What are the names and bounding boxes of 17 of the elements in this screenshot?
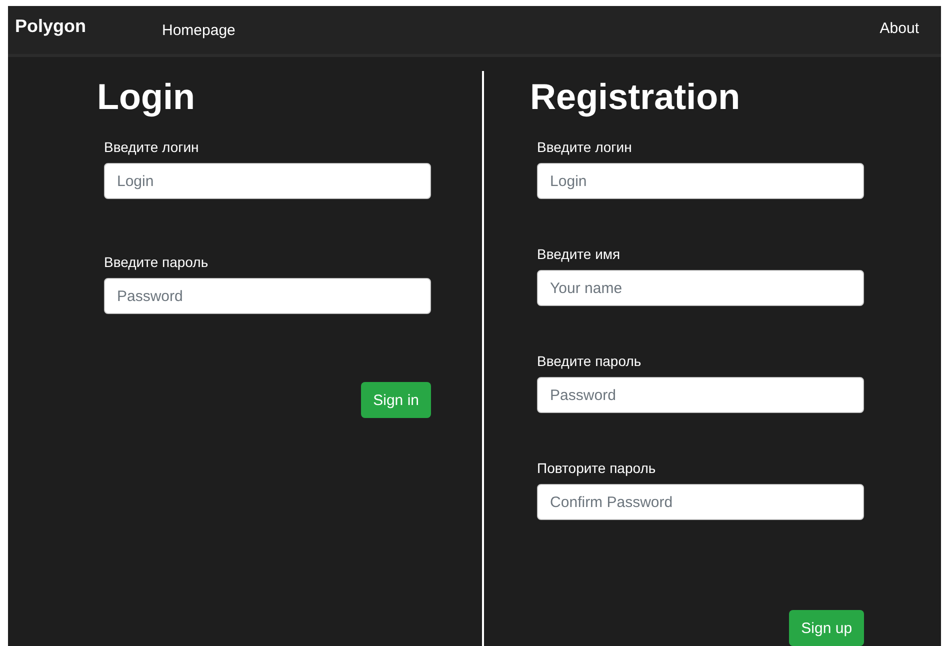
field-label: Введите пароль: [104, 254, 210, 270]
field-label: Введите пароль: [537, 353, 642, 369]
nav-link[interactable]: Homepage: [162, 22, 236, 38]
field-label: Введите имя: [537, 246, 622, 262]
brand-logo[interactable]: Polygon: [15, 16, 86, 36]
field-label: Введите логин: [537, 139, 633, 155]
input-field[interactable]: Confirm Password: [537, 484, 864, 520]
input-field[interactable]: Password: [537, 377, 864, 413]
field-label: Введите логин: [104, 139, 200, 155]
form-title: Registration: [530, 75, 742, 119]
input-field[interactable]: Password: [104, 278, 431, 314]
input-field[interactable]: Your name: [537, 270, 864, 306]
field-label: Повторите пароль: [537, 460, 657, 476]
nav-link[interactable]: About: [880, 20, 919, 36]
form-title: Login: [97, 75, 196, 119]
input-field[interactable]: Login: [104, 163, 431, 199]
input-field[interactable]: Login: [537, 163, 864, 199]
